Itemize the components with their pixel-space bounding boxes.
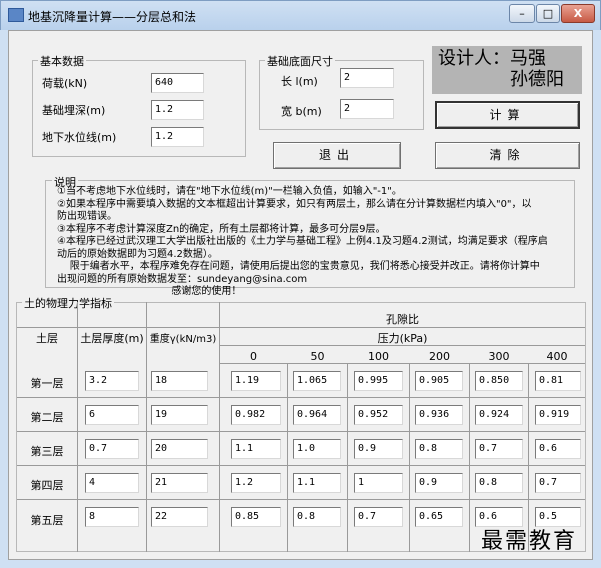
minimize-button[interactable]: – (509, 4, 535, 23)
load-input[interactable]: 640 (151, 73, 204, 93)
row-1-e100-input[interactable]: 0.995 (354, 371, 403, 391)
row-1-e50-input[interactable]: 1.065 (293, 371, 341, 391)
water-level-label: 地下水位线(m) (42, 131, 117, 144)
grid-line (219, 363, 585, 364)
window-title: 地基沉降量计算——分层总和法 (28, 10, 197, 24)
grid-line (17, 431, 585, 432)
grid-line (347, 363, 348, 552)
row-1-e0-input[interactable]: 1.19 (231, 371, 281, 391)
row-5-thickness-input[interactable]: 8 (85, 507, 139, 527)
depth-input[interactable]: 1.2 (151, 100, 204, 120)
row-2-e300-input[interactable]: 0.924 (475, 405, 523, 425)
row-2-thickness-input[interactable]: 6 (85, 405, 139, 425)
pressure-header-4: 300 (488, 350, 510, 363)
pressure-header-2: 100 (368, 350, 389, 363)
row-3-e0-input[interactable]: 1.1 (231, 439, 281, 459)
row-4-thickness-input[interactable]: 4 (85, 473, 139, 493)
designer-label: 设计人：马强 孙德阳 (432, 46, 582, 94)
row-1-e200-input[interactable]: 0.905 (415, 371, 463, 391)
base-size-title: 基础底面尺寸 (265, 53, 335, 69)
exit-button[interactable]: 退出 (273, 142, 401, 169)
row-5-e100-input[interactable]: 0.7 (354, 507, 403, 527)
length-input[interactable]: 2 (340, 68, 394, 88)
row-4-e400-input[interactable]: 0.7 (535, 473, 581, 493)
row-1-gamma-input[interactable]: 18 (151, 371, 208, 391)
window-frame-bottom (0, 560, 601, 568)
pressure-header-5: 400 (546, 350, 568, 363)
grid-line (17, 397, 585, 398)
grid-line (17, 465, 585, 466)
row-1-e300-input[interactable]: 0.850 (475, 371, 523, 391)
pressure-header-0: 0 (250, 350, 257, 363)
depth-label: 基础埋深(m) (42, 104, 106, 117)
load-label: 荷载(kN) (42, 77, 88, 90)
row-3-gamma-input[interactable]: 20 (151, 439, 208, 459)
row-3-e400-input[interactable]: 0.6 (535, 439, 581, 459)
grid-line (17, 327, 585, 328)
row-3-thickness-input[interactable]: 0.7 (85, 439, 139, 459)
window-frame-right (593, 30, 601, 568)
header-layer: 土层 (36, 332, 58, 345)
header-unit-weight: 重度γ(kN/m3) (149, 334, 217, 345)
row-2-e400-input[interactable]: 0.919 (535, 405, 581, 425)
row-3-e300-input[interactable]: 0.7 (475, 439, 523, 459)
row-4-gamma-input[interactable]: 21 (151, 473, 208, 493)
pressure-header-1: 50 (310, 350, 325, 363)
header-pressure: 压力(kPa) (377, 332, 428, 345)
grid-line (469, 363, 470, 552)
row-2-e0-input[interactable]: 0.982 (231, 405, 281, 425)
maximize-button[interactable]: □ (536, 4, 560, 23)
row-5-e200-input[interactable]: 0.65 (415, 507, 463, 527)
length-label: 长 l(m) (281, 75, 318, 88)
row-label-5: 第五层 (30, 514, 64, 527)
pressure-header-3: 200 (429, 350, 450, 363)
row-2-gamma-input[interactable]: 19 (151, 405, 208, 425)
row-2-e200-input[interactable]: 0.936 (415, 405, 463, 425)
header-thickness: 土层厚度(m) (80, 332, 144, 345)
width-input[interactable]: 2 (340, 99, 394, 119)
row-1-e400-input[interactable]: 0.81 (535, 371, 581, 391)
row-4-e300-input[interactable]: 0.8 (475, 473, 523, 493)
basic-data-title: 基本数据 (38, 53, 86, 69)
app-icon (8, 8, 24, 22)
row-1-thickness-input[interactable]: 3.2 (85, 371, 139, 391)
row-label-1: 第一层 (30, 377, 64, 390)
notes-text: ①当不考虑地下水位线时，请在"地下水位线(m)"一栏输入负值，如输入"-1"。 … (57, 186, 548, 297)
close-button[interactable]: X (561, 4, 595, 23)
calculate-button[interactable]: 计算 (435, 101, 580, 129)
grid-line (17, 499, 585, 500)
row-3-e50-input[interactable]: 1.0 (293, 439, 341, 459)
watermark: 最需教育 (481, 529, 578, 554)
row-4-e100-input[interactable]: 1 (354, 473, 403, 493)
row-4-e50-input[interactable]: 1.1 (293, 473, 341, 493)
clear-button[interactable]: 清除 (435, 142, 580, 169)
designer-line-2: 孙德阳 (510, 69, 564, 90)
grid-line (409, 363, 410, 552)
row-5-gamma-input[interactable]: 22 (151, 507, 208, 527)
row-3-e200-input[interactable]: 0.8 (415, 439, 463, 459)
width-label: 宽 b(m) (281, 105, 322, 118)
row-4-e200-input[interactable]: 0.9 (415, 473, 463, 493)
row-label-3: 第三层 (30, 445, 64, 458)
header-void-ratio: 孔隙比 (386, 313, 419, 326)
row-3-e100-input[interactable]: 0.9 (354, 439, 403, 459)
window-frame-left (0, 30, 8, 568)
soil-table-title: 土的物理力学指标 (22, 295, 114, 311)
row-5-e0-input[interactable]: 0.85 (231, 507, 281, 527)
designer-line-1: 设计人：马强 (438, 48, 546, 69)
grid-line (287, 363, 288, 552)
row-label-2: 第二层 (30, 411, 64, 424)
row-label-4: 第四层 (30, 479, 64, 492)
row-5-e50-input[interactable]: 0.8 (293, 507, 341, 527)
row-4-e0-input[interactable]: 1.2 (231, 473, 281, 493)
row-2-e50-input[interactable]: 0.964 (293, 405, 341, 425)
water-level-input[interactable]: 1.2 (151, 127, 204, 147)
row-2-e100-input[interactable]: 0.952 (354, 405, 403, 425)
